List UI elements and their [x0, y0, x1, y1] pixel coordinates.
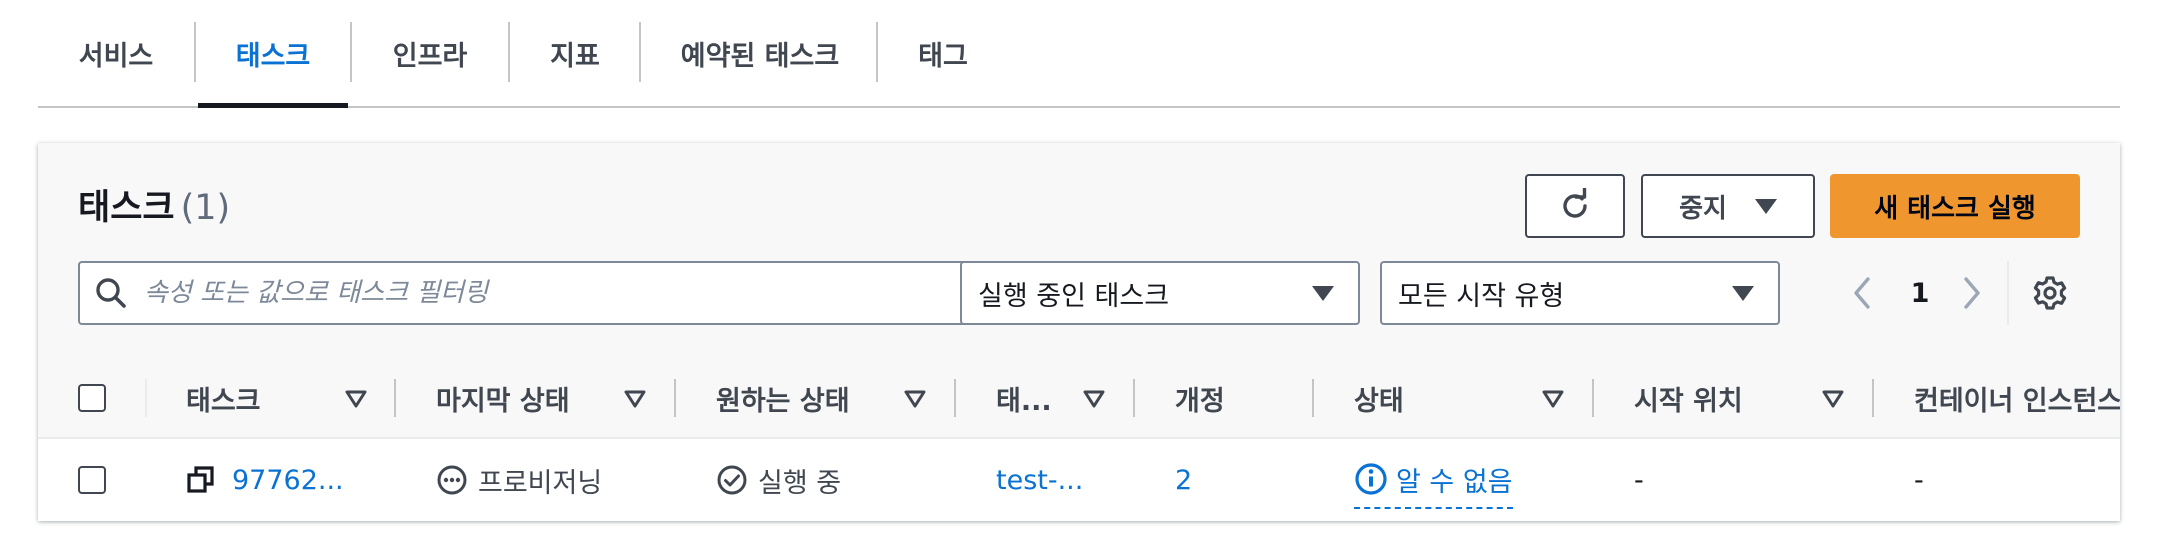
sort-icon[interactable] [1541, 389, 1565, 409]
revision-link[interactable]: 2 [1175, 439, 1192, 521]
refresh-button[interactable] [1525, 174, 1625, 238]
container-instance-cell: - [1914, 464, 1924, 496]
column-header-desired-status[interactable]: 원하는 상태 [716, 359, 850, 437]
started-by-cell: - [1634, 464, 1644, 496]
previous-page-button[interactable] [1842, 273, 1882, 313]
copy-icon[interactable] [186, 465, 216, 495]
health-status-text: 알 수 없음 [1396, 466, 1513, 498]
tab-metrics[interactable]: 지표 [510, 0, 640, 106]
column-divider [1872, 379, 1874, 417]
caret-down-icon [1732, 285, 1754, 301]
column-divider [674, 379, 676, 417]
sort-icon[interactable] [1082, 389, 1106, 409]
gear-icon [2033, 276, 2067, 310]
column-divider [394, 379, 396, 417]
sort-icon[interactable] [903, 389, 927, 409]
desired-status-text: 실행 중 [758, 467, 842, 499]
task-status-select[interactable]: 실행 중인 태스크 [960, 261, 1360, 325]
refresh-icon [1563, 188, 1587, 218]
table-row: 97762... 프로비저닝 실행 중 test-... 2 알 수 없음 - … [38, 439, 2120, 521]
panel-title: 태스크 (1) [78, 179, 230, 230]
tab-services[interactable]: 서비스 [38, 0, 194, 106]
tab-scheduled-tasks[interactable]: 예약된 태스크 [641, 0, 879, 106]
desired-status-cell: 실행 중 [716, 439, 841, 521]
search-field[interactable] [78, 261, 980, 325]
pagination-divider [2007, 261, 2009, 325]
task-cell: 97762... [186, 439, 344, 521]
column-header-container-instance[interactable]: 컨테이너 인스턴스 [1914, 359, 2120, 437]
tasks-panel: 태스크(1) 중지 새 태스크 실행 실행 중인 태스크 모든 시작 유형 [38, 143, 2120, 521]
tab-divider [194, 22, 196, 82]
tab-tags[interactable]: 태그 [878, 0, 1008, 106]
launch-type-select-value: 모든 시작 유형 [1398, 280, 1565, 312]
tab-infrastructure[interactable]: 인프라 [352, 0, 508, 106]
tab-bar: 서비스 태스크 인프라 지표 예약된 태스크 태그 [38, 0, 2120, 108]
caret-down-icon [1312, 285, 1334, 301]
tab-tasks[interactable]: 태스크 [198, 0, 348, 108]
sort-icon[interactable] [344, 389, 368, 409]
task-id-link[interactable]: 97762... [232, 465, 344, 496]
check-circle-icon [717, 465, 747, 495]
sort-icon[interactable] [1821, 389, 1845, 409]
last-status-cell: 프로비저닝 [436, 439, 602, 521]
chevron-left-icon [1854, 277, 1870, 309]
stop-button[interactable]: 중지 [1641, 174, 1815, 238]
column-divider [1133, 379, 1135, 417]
stop-button-label: 중지 [1679, 193, 1727, 224]
column-divider [954, 379, 956, 417]
search-input[interactable] [144, 278, 978, 308]
health-status[interactable]: 알 수 없음 [1354, 451, 1513, 509]
info-icon [1355, 463, 1387, 495]
current-page[interactable]: 1 [1900, 273, 1940, 313]
last-status-text: 프로비저닝 [478, 467, 603, 499]
task-definition-link[interactable]: test-... [996, 439, 1083, 521]
column-header-task-definition[interactable]: 태... [996, 359, 1052, 437]
column-header-last-status[interactable]: 마지막 상태 [436, 359, 570, 437]
column-header-started-by[interactable]: 시작 위치 [1634, 359, 1743, 437]
task-status-select-value: 실행 중인 태스크 [978, 280, 1170, 312]
run-new-task-button[interactable]: 새 태스크 실행 [1830, 174, 2080, 238]
column-divider [1312, 379, 1314, 417]
task-count: (1) [180, 188, 231, 228]
launch-type-select[interactable]: 모든 시작 유형 [1380, 261, 1780, 325]
column-header-revision[interactable]: 개정 [1175, 359, 1225, 437]
sort-icon[interactable] [623, 389, 647, 409]
column-divider [1592, 379, 1594, 417]
chevron-right-icon [1964, 277, 1980, 309]
panel-title-text: 태스크 [78, 188, 175, 228]
preferences-button[interactable] [2030, 273, 2070, 313]
select-all-checkbox[interactable] [78, 384, 106, 412]
column-header-task[interactable]: 태스크 [186, 359, 261, 437]
row-checkbox[interactable] [78, 466, 106, 494]
pending-status-icon [437, 465, 467, 495]
column-divider [145, 379, 147, 417]
column-header-health-status[interactable]: 상태 [1354, 359, 1404, 437]
search-icon [96, 278, 126, 308]
caret-down-icon [1754, 198, 1777, 214]
next-page-button[interactable] [1952, 273, 1992, 313]
table-header: 태스크 마지막 상태 원하는 상태 태... 개정 상태 시작 위치 컨테이너 … [38, 359, 2120, 439]
